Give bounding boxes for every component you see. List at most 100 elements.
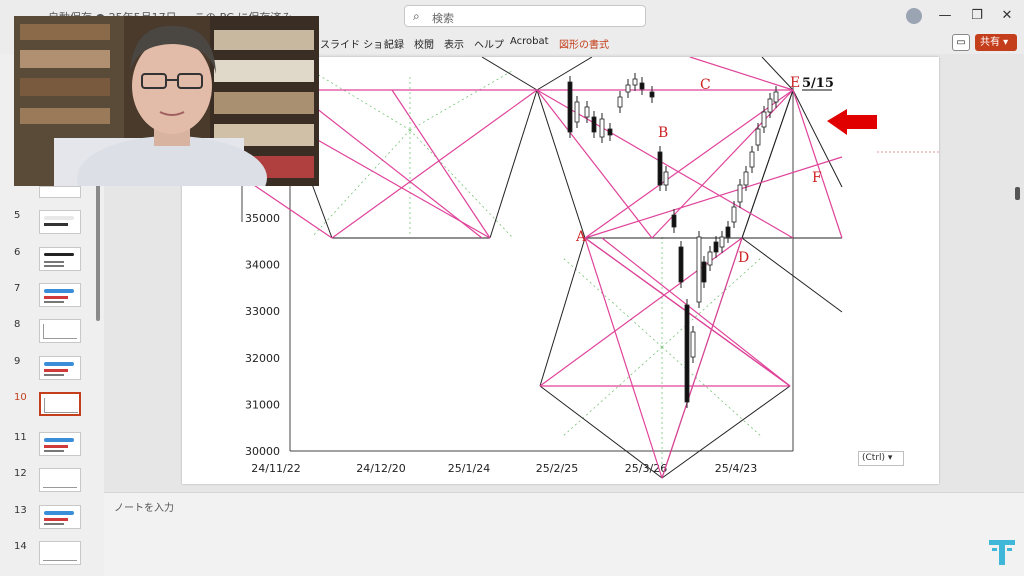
tab-help[interactable]: ヘルプ: [474, 36, 504, 51]
account-avatar[interactable]: [906, 8, 922, 24]
candle-body: [663, 171, 669, 186]
tab-acrobat[interactable]: Acrobat: [510, 36, 549, 47]
slide-scrollbar[interactable]: [1015, 187, 1020, 200]
candle-body: [639, 82, 645, 90]
candle-body: [696, 236, 702, 303]
search-box[interactable]: ⌕ 検索: [404, 5, 646, 27]
tab-review[interactable]: 校閲: [414, 36, 434, 51]
candle-body: [737, 184, 743, 203]
slide-number: 11: [14, 432, 27, 443]
slide-thumbnail[interactable]: [39, 283, 81, 307]
candle-body: [574, 101, 580, 123]
slide-thumbnail-partial[interactable]: [39, 186, 81, 198]
pattern-black-line: [539, 237, 586, 387]
slide-thumbnail[interactable]: [39, 247, 81, 271]
share-button[interactable]: 共有 ▾: [975, 34, 1017, 51]
maximize-button[interactable]: ❐: [967, 6, 987, 26]
logo-mark: [989, 540, 1015, 565]
candle-body: [591, 116, 597, 133]
comment-icon[interactable]: ▭: [952, 34, 970, 51]
x-tick-label: 25/4/23: [715, 462, 757, 475]
candle-body: [767, 98, 773, 113]
slide-number: 5: [14, 210, 21, 221]
notes-placeholder: ノートを入力: [114, 503, 174, 514]
candle-body: [584, 106, 590, 118]
point-label: F: [812, 170, 822, 186]
pattern-pink-line: [792, 89, 843, 239]
pattern-black-line: [481, 57, 538, 91]
slide-thumbnail[interactable]: [39, 319, 81, 343]
tab-view[interactable]: 表示: [444, 36, 464, 51]
guide-line: [661, 346, 763, 438]
candle-body: [607, 128, 613, 136]
pattern-pink-line: [241, 176, 333, 239]
tab-slideshow[interactable]: スライド ショー: [320, 36, 393, 51]
candle-body: [684, 304, 690, 403]
candle-body: [678, 246, 684, 283]
pattern-black-line: [489, 89, 538, 239]
y-tick-label: 33000: [245, 305, 280, 318]
x-tick-label: 25/1/24: [448, 462, 490, 475]
candle-body: [743, 171, 749, 186]
candle-body: [671, 214, 677, 228]
slide-number: 9: [14, 356, 21, 367]
candle-body: [649, 91, 655, 98]
slide-number: 6: [14, 247, 21, 258]
pattern-pink-line: [584, 237, 663, 479]
candle-body: [749, 151, 755, 168]
y-tick-label: 34000: [245, 259, 280, 272]
pattern-pink-line: [601, 237, 791, 387]
candle-body: [713, 241, 719, 253]
webcam-picture: [14, 16, 319, 186]
candle-body: [719, 236, 725, 248]
y-tick-label: 35000: [245, 212, 280, 225]
search-icon: ⌕: [413, 9, 420, 23]
guide-line: [561, 346, 663, 438]
pattern-black-line: [536, 57, 593, 91]
tab-record[interactable]: 記録: [384, 36, 404, 51]
slide-number: 14: [14, 541, 27, 552]
slide-thumbnail[interactable]: [39, 210, 81, 234]
slide-thumbnail-active[interactable]: [39, 392, 81, 416]
slide-number: 13: [14, 505, 27, 516]
tab-shape-format[interactable]: 図形の書式: [559, 36, 609, 51]
candle-body: [617, 96, 623, 108]
slide-thumbnail[interactable]: [39, 505, 81, 529]
y-tick-label: 32000: [245, 352, 280, 365]
notes-pane[interactable]: ノートを入力: [104, 492, 1024, 576]
point-label: C: [700, 77, 711, 93]
slide-number-active: 10: [14, 392, 27, 403]
x-tick-label: 24/12/20: [356, 462, 405, 475]
candle-body: [657, 151, 663, 186]
slide-number: 7: [14, 283, 21, 294]
candle-body: [567, 81, 573, 133]
slide-thumbnail[interactable]: [39, 356, 81, 380]
slide-thumbnail[interactable]: [39, 468, 81, 492]
guide-line: [311, 70, 411, 131]
pattern-pink-line: [301, 96, 483, 239]
paste-options-button[interactable]: (Ctrl) ▾: [858, 451, 904, 466]
pattern-pink-line: [331, 89, 538, 239]
close-button[interactable]: ✕: [997, 6, 1017, 26]
candle-body: [701, 261, 707, 283]
pattern-pink-line: [584, 156, 843, 239]
minimize-button[interactable]: —: [935, 6, 955, 26]
candle-body: [599, 118, 605, 138]
slide-number: 12: [14, 468, 27, 479]
guide-line: [661, 256, 763, 348]
red-arrow-shape: [827, 109, 877, 135]
slide-thumbnail[interactable]: [39, 432, 81, 456]
search-placeholder: 検索: [432, 12, 454, 25]
point-label: D: [738, 250, 749, 266]
slide-number: 8: [14, 319, 21, 330]
channel-logo: [987, 537, 1017, 567]
candle-body: [725, 226, 731, 238]
candle-body: [761, 111, 767, 128]
x-tick-label: 24/11/22: [251, 462, 300, 475]
slide-thumbnail[interactable]: [39, 541, 81, 565]
guide-line: [409, 70, 513, 131]
candle-body: [690, 331, 696, 358]
point-label: B: [658, 125, 668, 141]
point-label: E: [790, 75, 800, 91]
candle-body: [755, 128, 761, 146]
